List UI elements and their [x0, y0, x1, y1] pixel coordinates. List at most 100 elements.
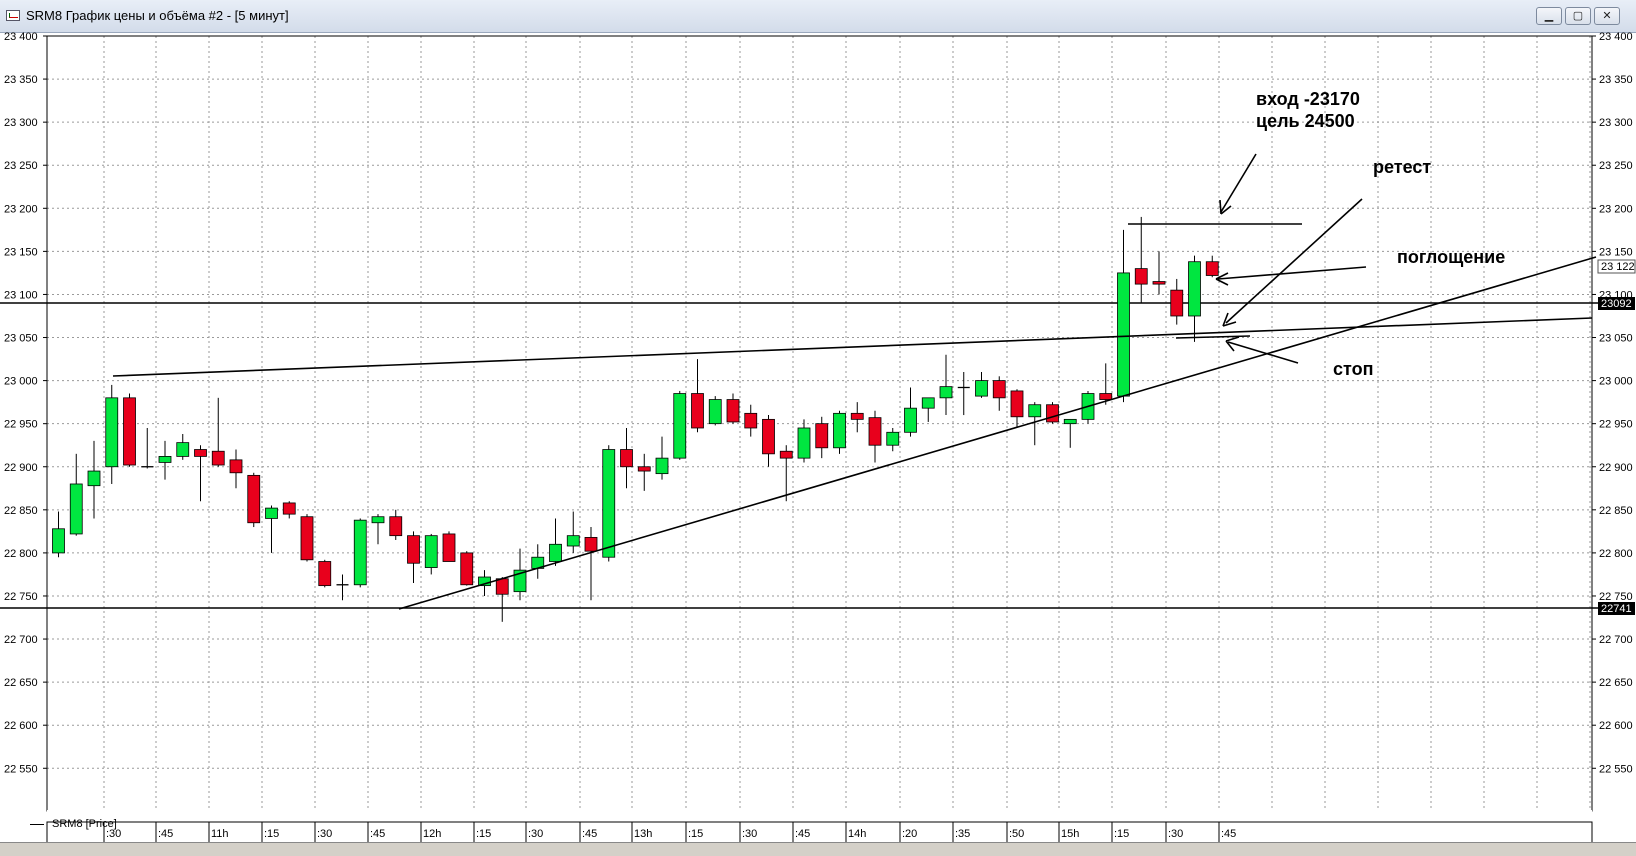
- candle-body: [584, 536, 598, 552]
- candle-body: [424, 535, 438, 568]
- candle[interactable]: [1099, 363, 1113, 405]
- candle-body: [353, 519, 367, 586]
- candle[interactable]: [566, 511, 580, 553]
- arrow-entry: [1219, 153, 1257, 215]
- y-tick-label: 22 600: [1599, 720, 1633, 732]
- candle[interactable]: [52, 511, 65, 558]
- candle[interactable]: [460, 551, 474, 586]
- candle[interactable]: [229, 449, 243, 489]
- candle[interactable]: [620, 427, 633, 489]
- candle[interactable]: [389, 509, 403, 540]
- candle[interactable]: [673, 390, 687, 460]
- legend-band: [47, 810, 1592, 820]
- candle-body: [1117, 272, 1130, 397]
- candle[interactable]: [975, 371, 988, 398]
- candle[interactable]: [69, 453, 83, 536]
- candle[interactable]: [1010, 389, 1024, 428]
- y-tick-label: 22 650: [4, 677, 38, 689]
- candle-body: [637, 466, 651, 472]
- candle[interactable]: [850, 402, 864, 433]
- candle-body: [1134, 268, 1148, 285]
- x-tick-label: :45: [1221, 828, 1236, 840]
- candle[interactable]: [1170, 278, 1184, 325]
- candle[interactable]: [424, 533, 438, 575]
- y-tick-label: 23 000: [1599, 376, 1633, 388]
- candle[interactable]: [637, 453, 651, 491]
- candle[interactable]: [691, 359, 704, 433]
- x-tick-label: :15: [264, 828, 279, 840]
- y-tick-label: 23 200: [4, 203, 38, 215]
- candle-body: [921, 397, 935, 409]
- candle[interactable]: [1134, 216, 1148, 304]
- candle-body: [442, 533, 456, 562]
- annotation-retest: ретест: [1373, 157, 1431, 177]
- candle[interactable]: [442, 531, 456, 562]
- candle[interactable]: [939, 354, 953, 416]
- candle[interactable]: [797, 419, 811, 463]
- candle[interactable]: [584, 527, 598, 601]
- candle[interactable]: [1117, 229, 1130, 403]
- candle[interactable]: [1205, 255, 1219, 278]
- candle[interactable]: [87, 440, 101, 519]
- candle[interactable]: [300, 514, 314, 562]
- candle[interactable]: [992, 376, 1006, 411]
- candle[interactable]: [921, 397, 935, 422]
- candle[interactable]: [1188, 255, 1201, 342]
- candle[interactable]: [833, 410, 846, 454]
- candle[interactable]: [194, 445, 207, 502]
- candle[interactable]: [549, 518, 562, 566]
- candle[interactable]: [708, 396, 722, 426]
- level-low-label: 22741: [1601, 603, 1632, 615]
- candle[interactable]: [407, 531, 420, 584]
- candle[interactable]: [762, 415, 775, 467]
- candle[interactable]: [176, 434, 190, 460]
- candle[interactable]: [868, 410, 882, 463]
- candle-body: [762, 418, 775, 455]
- candle[interactable]: [371, 514, 385, 545]
- candle[interactable]: [957, 371, 970, 416]
- x-tick-label: :30: [742, 828, 757, 840]
- candle[interactable]: [744, 404, 758, 437]
- candle-body: [833, 412, 846, 449]
- candle[interactable]: [531, 544, 545, 579]
- chart-app-icon: [6, 10, 20, 21]
- x-tick-label: :30: [317, 828, 332, 840]
- candle[interactable]: [123, 393, 136, 467]
- y-tick-label: 23 250: [4, 160, 38, 172]
- minimize-button[interactable]: ▁: [1536, 7, 1562, 25]
- candle[interactable]: [247, 472, 261, 528]
- x-tick-label: :35: [955, 828, 970, 840]
- candle[interactable]: [726, 393, 740, 424]
- candle[interactable]: [158, 440, 172, 480]
- candle[interactable]: [655, 436, 669, 480]
- candle[interactable]: [886, 427, 900, 452]
- candle[interactable]: [141, 427, 154, 469]
- rising-trendline[interactable]: [398, 256, 1597, 610]
- candle[interactable]: [1152, 251, 1166, 295]
- candle[interactable]: [318, 559, 332, 588]
- candle[interactable]: [495, 577, 509, 622]
- candle[interactable]: [211, 397, 225, 467]
- candle[interactable]: [353, 518, 367, 588]
- level-high-label: 23092: [1601, 298, 1632, 310]
- candle[interactable]: [105, 384, 119, 484]
- candle[interactable]: [904, 387, 917, 437]
- y-tick-label: 23 200: [1599, 203, 1633, 215]
- candle[interactable]: [815, 416, 829, 459]
- maximize-button[interactable]: ▢: [1565, 7, 1591, 25]
- y-tick-label: 23 050: [4, 333, 38, 345]
- candle[interactable]: [1063, 418, 1077, 448]
- candle[interactable]: [1046, 402, 1059, 424]
- legend-series-label: SRM8 [Price]: [52, 818, 117, 830]
- close-button[interactable]: ✕: [1594, 7, 1620, 25]
- candle-body: [52, 528, 65, 554]
- x-tick-label: :20: [902, 828, 917, 840]
- y-tick-label: 22 900: [4, 462, 38, 474]
- price-chart[interactable]: 23 400 23 350 23 300 23 250 23 200 23 150 23 1…: [0, 32, 1636, 842]
- candle[interactable]: [779, 445, 793, 502]
- horizontal-scrollbar[interactable]: [0, 842, 1636, 856]
- candle[interactable]: [602, 445, 616, 562]
- candle[interactable]: [265, 505, 278, 553]
- candle-body: [1188, 261, 1201, 317]
- candle[interactable]: [282, 501, 296, 519]
